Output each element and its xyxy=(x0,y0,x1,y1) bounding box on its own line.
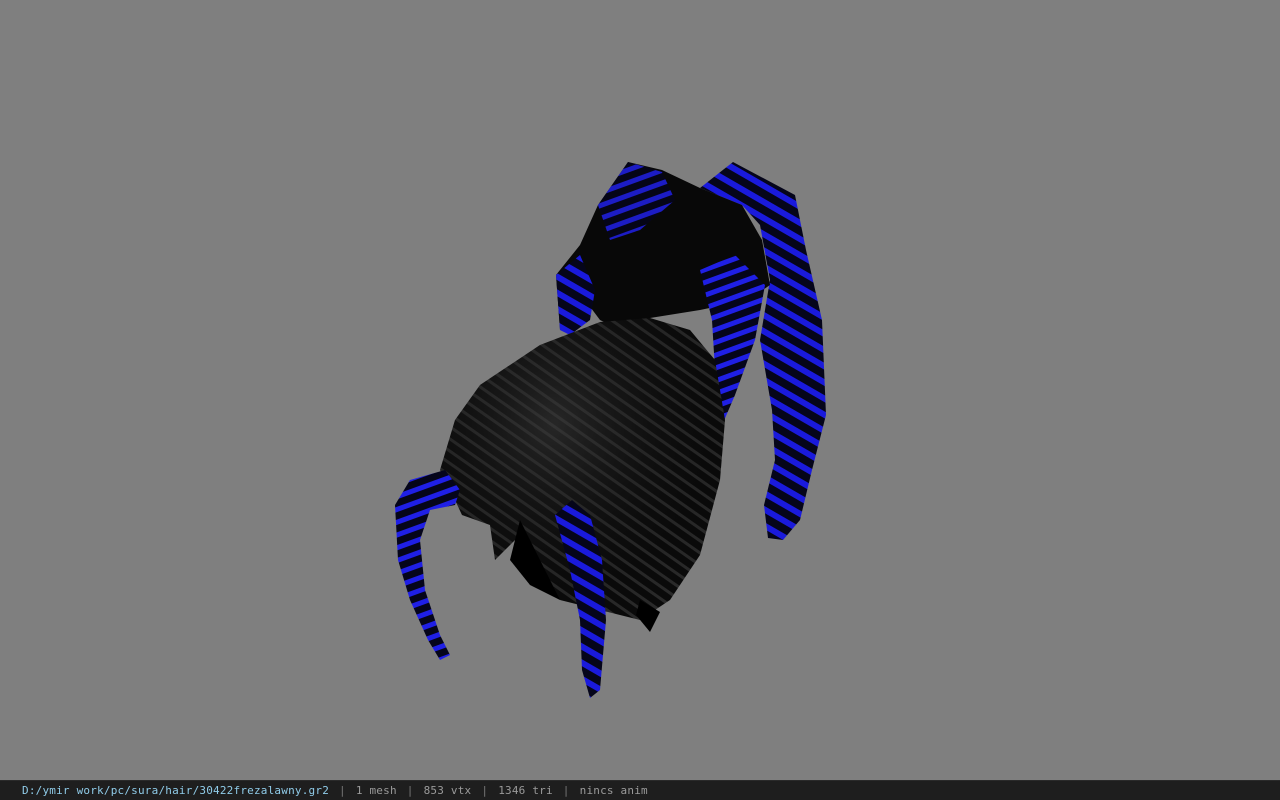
spider-model-render[interactable] xyxy=(0,0,1280,780)
animation-status-label: nincs anim xyxy=(579,784,648,797)
status-separator: | xyxy=(562,784,570,797)
status-separator: | xyxy=(406,784,414,797)
status-separator: | xyxy=(481,784,489,797)
3d-viewport[interactable] xyxy=(0,0,1280,780)
status-bar: D:/ymir work/pc/sura/hair/30422frezalawn… xyxy=(0,780,1280,800)
triangle-count-label: 1346 tri xyxy=(498,784,553,797)
vertex-count-label: 853 vtx xyxy=(423,784,472,797)
spider-leg-front-left xyxy=(395,470,460,660)
status-separator: | xyxy=(339,784,346,797)
file-path-label: D:/ymir work/pc/sura/hair/30422frezalawn… xyxy=(22,784,330,797)
mesh-count-label: 1 mesh xyxy=(355,784,397,797)
